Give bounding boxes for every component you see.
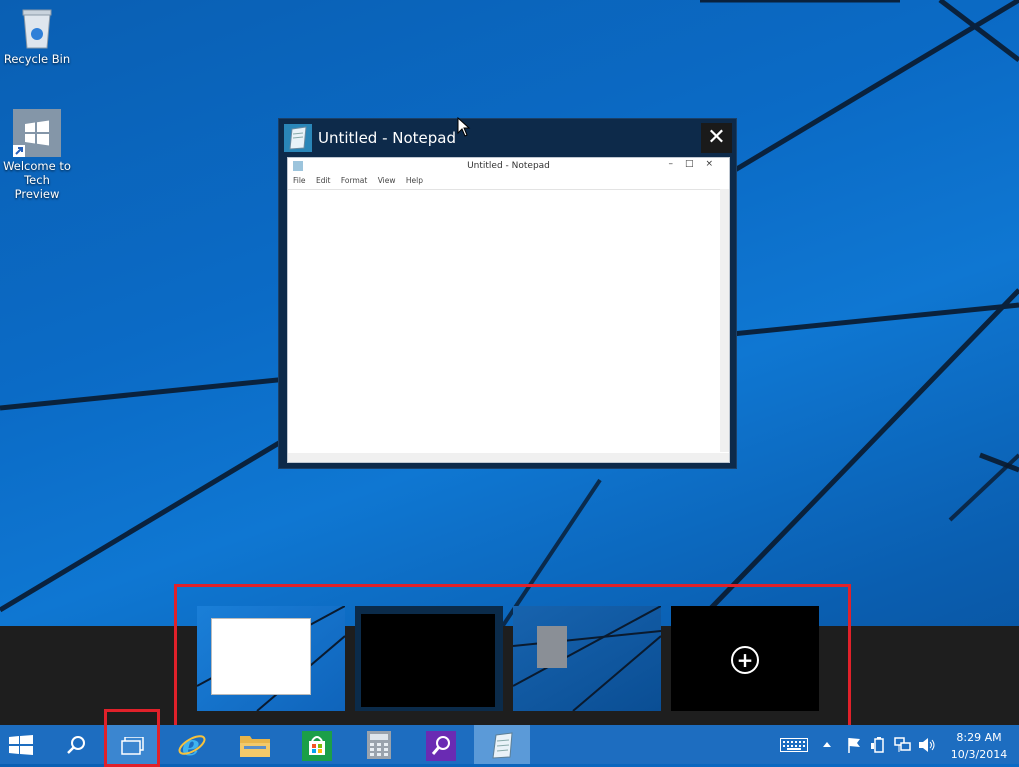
window-preview-title: Untitled - Notepad [318, 129, 457, 147]
menu-edit: Edit [315, 176, 331, 185]
recycle-bin-icon [20, 6, 54, 50]
caption-buttons: –□× [668, 159, 725, 169]
svg-text:e: e [182, 730, 200, 760]
horizontal-scrollbar [288, 453, 729, 462]
menu-view: View [377, 176, 396, 185]
menu-help: Help [405, 176, 424, 185]
show-hidden-icons-button[interactable] [818, 725, 836, 764]
calculator-button[interactable] [358, 725, 400, 764]
notepad-menubar: File Edit Format View Help [288, 176, 426, 189]
tray-time: 8:29 AM [956, 731, 1002, 744]
mouse-cursor-icon [457, 117, 471, 137]
desktop-icon-label: Recycle Bin [3, 52, 71, 66]
magnifier-button[interactable] [420, 725, 462, 764]
close-icon: ✕ [707, 125, 726, 150]
power-icon [871, 737, 884, 753]
calculator-icon [367, 731, 391, 759]
touch-keyboard-icon [780, 738, 808, 752]
volume-icon [919, 738, 935, 752]
highlight-task-view-button [104, 709, 160, 767]
internet-explorer-button[interactable]: e [172, 725, 214, 764]
notepad-icon [492, 732, 513, 759]
search-icon [67, 736, 85, 754]
vertical-scrollbar [720, 189, 729, 452]
notepad-taskbar-button[interactable] [474, 725, 530, 764]
touch-keyboard-button[interactable] [778, 725, 810, 764]
network-button[interactable] [892, 725, 912, 764]
desktop-icon-label: Welcome to Tech Preview [3, 159, 71, 201]
notepad-text-area [288, 189, 720, 453]
menu-format: Format [340, 176, 368, 185]
volume-button[interactable] [916, 725, 938, 764]
internet-explorer-icon: e [178, 730, 206, 760]
search-button[interactable] [56, 725, 96, 764]
action-center-button[interactable] [844, 725, 864, 764]
start-button[interactable] [0, 725, 42, 764]
file-explorer-icon [240, 736, 270, 757]
notepad-icon [284, 124, 312, 152]
power-button[interactable] [868, 725, 888, 764]
window-preview-header: Untitled - Notepad ✕ [279, 119, 736, 157]
task-view-window-preview[interactable]: Untitled - Notepad ✕ Untitled - Notepad … [279, 119, 736, 468]
notepad-window-thumbnail: Untitled - Notepad –□× File Edit Format … [287, 157, 730, 463]
tray-date: 10/3/2014 [950, 748, 1008, 761]
desktop-icon-welcome[interactable]: Welcome to Tech Preview [0, 109, 74, 201]
desktop-icon-recycle-bin[interactable]: Recycle Bin [0, 6, 74, 66]
store-button[interactable] [296, 725, 338, 764]
highlight-desktops [174, 584, 851, 730]
action-center-flag-icon [848, 738, 860, 753]
network-icon [894, 737, 911, 752]
file-explorer-button[interactable] [233, 725, 275, 764]
notepad-title: Untitled - Notepad [467, 161, 550, 171]
magnifier-icon [426, 731, 456, 761]
store-icon [302, 731, 332, 761]
windows-logo-icon [13, 109, 61, 157]
show-hidden-icons-icon [823, 742, 831, 747]
menu-file: File [293, 176, 306, 185]
notepad-titlebar: Untitled - Notepad –□× [288, 158, 729, 175]
close-window-button[interactable]: ✕ [701, 123, 732, 153]
start-icon [9, 735, 33, 755]
